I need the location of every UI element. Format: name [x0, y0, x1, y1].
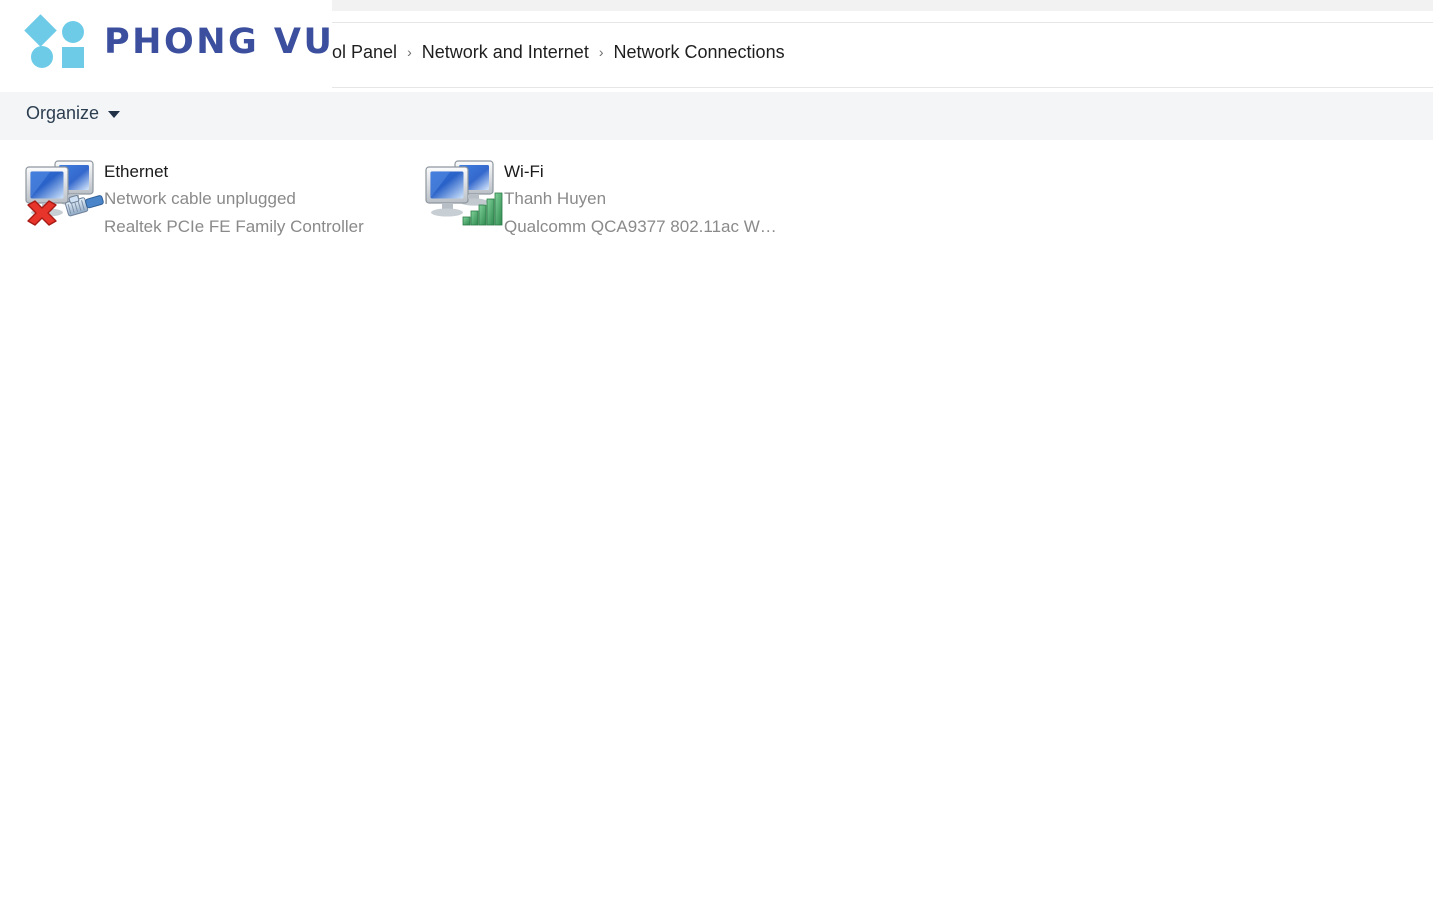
connection-name: Ethernet [104, 162, 169, 181]
breadcrumb-separator-icon: › [598, 44, 604, 60]
connection-item-wifi[interactable]: Wi-Fi Thanh Huyen Qualcomm QCA9377 802.1… [422, 155, 777, 241]
window-chrome-strip [332, 0, 1433, 11]
address-bar-bottom-divider [332, 87, 1433, 88]
breadcrumb-item-network-connections[interactable]: Network Connections [614, 42, 785, 63]
signal-bars-icon [462, 192, 503, 226]
connection-text-ethernet: Ethernet Network cable unplugged Realtek… [104, 155, 364, 241]
connection-name: Wi-Fi [504, 162, 544, 181]
connection-adapter: Realtek PCIe FE Family Controller [104, 217, 364, 236]
breadcrumb: ol Panel › Network and Internet › Networ… [332, 38, 785, 66]
phong-vu-mark-icon [24, 14, 88, 68]
logo-diamond-shape [24, 14, 57, 47]
address-bar-top-divider [332, 22, 1433, 23]
network-monitors-connected-icon [422, 155, 504, 231]
command-bar: Organize [0, 92, 1433, 140]
logo-circle-bottom-left-shape [31, 46, 53, 68]
breadcrumb-item-network-and-internet[interactable]: Network and Internet [422, 42, 589, 63]
connection-status: Thanh Huyen [504, 189, 607, 208]
organize-button[interactable]: Organize [26, 103, 121, 123]
breadcrumb-item-control-panel[interactable]: ol Panel [332, 42, 397, 63]
brand-logo: PHONG VU [24, 14, 335, 68]
logo-square-bottom-right-shape [62, 47, 84, 68]
connection-item-ethernet[interactable]: Ethernet Network cable unplugged Realtek… [22, 155, 364, 241]
connections-list: Ethernet Network cable unplugged Realtek… [0, 140, 1440, 900]
connection-adapter: Qualcomm QCA9377 802.11ac W… [504, 217, 777, 236]
brand-wordmark: PHONG VU [104, 21, 335, 62]
logo-circle-top-right-shape [62, 21, 84, 43]
connection-text-wifi: Wi-Fi Thanh Huyen Qualcomm QCA9377 802.1… [504, 155, 777, 241]
chevron-down-icon [108, 111, 121, 118]
organize-button-label: Organize [26, 103, 100, 123]
connection-status: Network cable unplugged [104, 189, 296, 208]
network-monitors-disconnected-icon [22, 155, 104, 231]
breadcrumb-separator-icon: › [407, 44, 412, 60]
